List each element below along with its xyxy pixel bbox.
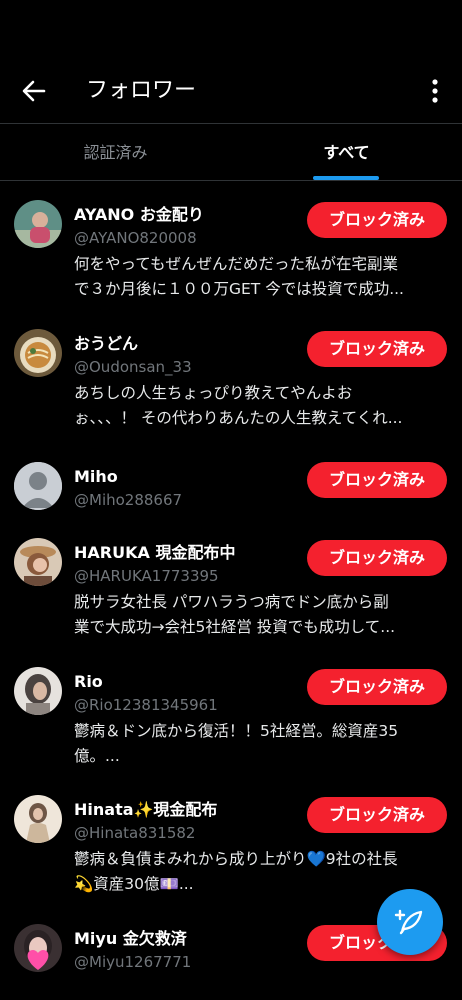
bio-line: 💫資産30億💷... <box>74 875 194 893</box>
user-handle: @Rio12381345961 <box>74 696 218 714</box>
compose-tweet-icon <box>394 909 423 935</box>
user-handle: @Hinata831582 <box>74 824 196 842</box>
back-button[interactable] <box>18 76 50 106</box>
list-item[interactable]: AYANO お金配り @AYANO820008 何をやってもぜんぜんだめだった私… <box>0 200 462 308</box>
avatar[interactable] <box>14 200 62 248</box>
blocked-button[interactable]: ブロック済み <box>307 202 447 238</box>
bio-line: 鬱病＆ドン底から復活！！5社経営。総資産35 <box>74 722 399 740</box>
user-name: Miyu 金欠救済 <box>74 929 187 948</box>
bio-line: 何をやってもぜんぜんだめだった私が在宅副業 <box>74 255 398 273</box>
user-handle: @AYANO820008 <box>74 229 197 247</box>
tab-verified-label: 認証済み <box>83 143 148 162</box>
default-avatar-icon <box>14 462 62 510</box>
user-name: Rio <box>74 672 103 691</box>
user-handle: @Miho288667 <box>74 491 183 509</box>
avatar[interactable] <box>14 538 62 586</box>
bio-line: 脱サラ女社長 パワハラうつ病でドン底から副 <box>74 593 389 611</box>
top-app-bar: フォロワー <box>0 0 462 124</box>
user-name: Miho <box>74 467 118 486</box>
user-bio: 何をやってもぜんぜんだめだった私が在宅副業 で３か月後に１００万GET 今では投… <box>74 252 446 302</box>
more-options-button[interactable] <box>424 78 446 104</box>
avatar[interactable] <box>14 795 62 843</box>
avatar[interactable] <box>14 924 62 972</box>
list-item[interactable]: HARUKA 現金配布中 @HARUKA1773395 脱サラ女社長 パワハラう… <box>0 538 462 646</box>
bio-line: で３か月後に１００万GET 今では投資で成功... <box>74 280 404 298</box>
list-item[interactable]: Miho @Miho288667 ブロック済み <box>0 462 462 518</box>
tab-all[interactable]: すべて <box>231 124 462 180</box>
avatar[interactable] <box>14 667 62 715</box>
user-handle: @HARUKA1773395 <box>74 567 219 585</box>
list-item[interactable]: Hinata✨現金配布 @Hinata831582 鬱病＆負債まみれから成り上が… <box>0 795 462 903</box>
avatar[interactable] <box>14 462 62 510</box>
tab-all-label: すべて <box>323 143 370 162</box>
more-vertical-icon <box>432 79 438 103</box>
blocked-button[interactable]: ブロック済み <box>307 797 447 833</box>
tab-verified[interactable]: 認証済み <box>0 124 231 180</box>
bio-line: 鬱病＆負債まみれから成り上がり💙9社の社長 <box>74 850 398 868</box>
bio-line: ぉ、、、！ その代わりあんたの人生教えてくれ... <box>74 409 403 427</box>
list-item[interactable]: Rio @Rio12381345961 鬱病＆ドン底から復活！！5社経営。総資産… <box>0 667 462 775</box>
user-name: おうどん <box>74 334 139 353</box>
user-bio: 鬱病＆ドン底から復活！！5社経営。総資産35 億。... <box>74 719 446 769</box>
blocked-button[interactable]: ブロック済み <box>307 669 447 705</box>
page-title: フォロワー <box>86 78 197 103</box>
tab-bar: 認証済み すべて <box>0 124 462 181</box>
arrow-left-icon <box>22 80 46 102</box>
user-name: Hinata✨現金配布 <box>74 800 218 819</box>
avatar[interactable] <box>14 329 62 377</box>
blocked-button[interactable]: ブロック済み <box>307 540 447 576</box>
user-name: AYANO お金配り <box>74 205 204 224</box>
blocked-button[interactable]: ブロック済み <box>307 331 447 367</box>
list-item[interactable]: おうどん @Oudonsan_33 あちしの人生ちょっぴり教えてやんよお ぉ、、… <box>0 329 462 437</box>
user-handle: @Oudonsan_33 <box>74 358 192 376</box>
user-bio: 脱サラ女社長 パワハラうつ病でドン底から副 業で大成功→会社5社経営 投資でも成… <box>74 590 446 640</box>
bio-line: あちしの人生ちょっぴり教えてやんよお <box>74 384 353 402</box>
compose-button[interactable] <box>377 889 443 955</box>
user-name: HARUKA 現金配布中 <box>74 543 236 562</box>
bio-line: 業で大成功→会社5社経営 投資でも成功して... <box>74 618 396 636</box>
bio-line: 億。... <box>74 747 120 765</box>
user-bio: あちしの人生ちょっぴり教えてやんよお ぉ、、、！ その代わりあんたの人生教えてく… <box>74 381 446 431</box>
user-bio: 鬱病＆負債まみれから成り上がり💙9社の社長 💫資産30億💷... <box>74 847 446 897</box>
blocked-button[interactable]: ブロック済み <box>307 462 447 498</box>
active-tab-indicator <box>313 176 379 180</box>
user-handle: @Miyu1267771 <box>74 953 192 971</box>
